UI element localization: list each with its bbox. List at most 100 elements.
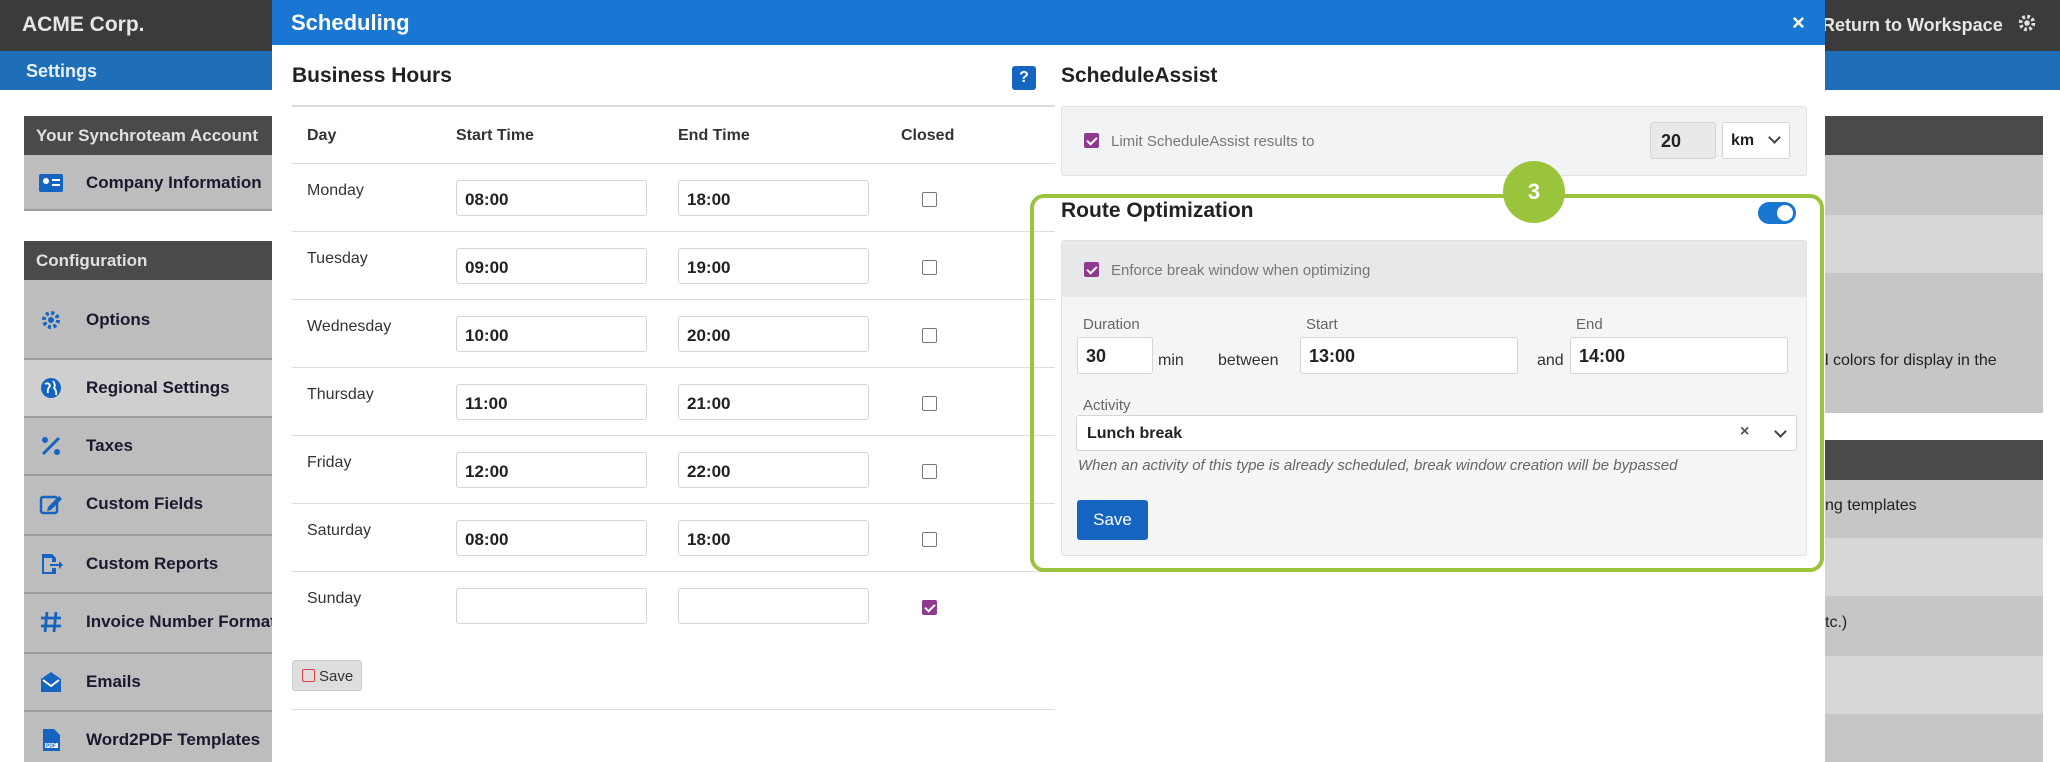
sidebar-item-options[interactable]: Options	[24, 280, 284, 360]
sidebar-item-label: Options	[86, 310, 151, 329]
end-time-input[interactable]: 18:00	[678, 180, 869, 216]
start-time-input[interactable]: 09:00	[456, 248, 647, 284]
end-time-input[interactable]: 20:00	[678, 316, 869, 352]
closed-checkbox[interactable]	[922, 464, 937, 479]
sidebar-item-label: Custom Fields	[86, 494, 204, 513]
column-header-closed: Closed	[901, 127, 955, 144]
step-badge: 3	[1503, 161, 1565, 223]
sidebar-item-custom-fields[interactable]: Custom Fields	[24, 476, 284, 536]
return-to-workspace-link[interactable]: Return to Workspace	[1822, 15, 2003, 36]
right-panel-row	[1825, 714, 2043, 762]
end-time-input[interactable]: 22:00	[678, 452, 869, 488]
start-time-input[interactable]: 08:00	[456, 520, 647, 556]
start-time-input[interactable]: 10:00	[456, 316, 647, 352]
sidebar-item-custom-reports[interactable]: Custom Reports	[24, 536, 284, 594]
end-time-input[interactable]	[678, 588, 869, 624]
help-button[interactable]: ?	[1012, 66, 1036, 90]
id-card-icon	[39, 174, 63, 192]
business-hours-title: Business Hours	[292, 64, 452, 87]
envelope-icon	[41, 672, 61, 692]
right-panel-row	[1825, 596, 2043, 656]
sidebar-item-label: Regional Settings	[86, 378, 230, 397]
closed-checkbox[interactable]	[922, 600, 937, 615]
start-time-input[interactable]: 08:00	[456, 180, 647, 216]
save-icon	[302, 669, 315, 682]
closed-checkbox[interactable]	[922, 192, 937, 207]
sidebar-item-label: Invoice Number Format	[86, 612, 276, 631]
sidebar-item-label: Taxes	[86, 436, 133, 455]
right-panel-row	[1825, 538, 2043, 596]
limit-value-input[interactable]: 20	[1650, 122, 1716, 159]
start-time-input[interactable]: 11:00	[456, 384, 647, 420]
hash-icon	[41, 611, 61, 633]
close-icon[interactable]: ×	[1792, 10, 1805, 36]
scheduling-modal: Scheduling × Business Hours ? Day Start …	[272, 0, 1825, 762]
unit-value: km	[1731, 132, 1755, 149]
modal-title: Scheduling	[291, 10, 410, 35]
day-label: Thursday	[307, 386, 374, 403]
sidebar-item-label: Word2PDF Templates	[86, 730, 261, 749]
globe-icon	[41, 378, 61, 398]
table-row: Saturday 08:00 18:00	[292, 503, 1055, 571]
right-panel-text: l colors for display in the	[1825, 352, 1997, 369]
right-panel-text: tc.)	[1825, 614, 1848, 631]
chevron-down-icon	[1768, 131, 1781, 144]
right-panel-text: ng templates	[1825, 497, 1917, 514]
gear-icon	[42, 311, 60, 329]
sidebar-item-emails[interactable]: Emails	[24, 654, 284, 712]
limit-checkbox[interactable]	[1084, 133, 1099, 148]
modal-header: Scheduling ×	[272, 0, 1825, 45]
closed-checkbox[interactable]	[922, 532, 937, 547]
table-row: Monday 08:00 18:00	[292, 163, 1055, 231]
sidebar-item-label: Custom Reports	[86, 554, 219, 573]
unit-select[interactable]: km	[1722, 122, 1790, 159]
sidebar-account-header: Your Synchroteam Account	[24, 116, 284, 155]
day-label: Saturday	[307, 522, 372, 539]
limit-label: Limit ScheduleAssist results to	[1111, 133, 1315, 150]
start-time-input[interactable]	[456, 588, 647, 624]
business-hours-table: Day Start Time End Time Closed Monday 08…	[292, 105, 1055, 624]
app-title: ACME Corp.	[22, 13, 145, 36]
sidebar-item-taxes[interactable]: Taxes	[24, 418, 284, 476]
schedule-assist-title: ScheduleAssist	[1061, 64, 1218, 87]
right-panel-row	[1825, 215, 2043, 273]
end-time-input[interactable]: 19:00	[678, 248, 869, 284]
export-icon	[42, 554, 63, 574]
right-panel-row	[1825, 155, 2043, 215]
day-label: Tuesday	[307, 250, 368, 267]
settings-label[interactable]: Settings	[26, 61, 97, 82]
day-label: Sunday	[307, 590, 362, 607]
gear-icon[interactable]	[2016, 12, 2038, 34]
closed-checkbox[interactable]	[922, 328, 937, 343]
right-panel-header	[1825, 440, 2043, 480]
highlight-frame	[1030, 194, 1824, 572]
column-header-start-time: Start Time	[456, 127, 534, 144]
closed-checkbox[interactable]	[922, 396, 937, 411]
sidebar-item-label: Company Information	[86, 173, 262, 192]
sidebar-item-company-information[interactable]: Company Information	[24, 155, 284, 211]
right-panel-row	[1825, 273, 2043, 413]
end-time-input[interactable]: 18:00	[678, 520, 869, 556]
sidebar-item-word2pdf-templates[interactable]: PDF Word2PDF Templates	[24, 712, 284, 762]
sidebar-item-regional-settings[interactable]: Regional Settings	[24, 360, 284, 418]
divider	[292, 709, 1055, 710]
table-row: Thursday 11:00 21:00	[292, 367, 1055, 435]
start-time-input[interactable]: 12:00	[456, 452, 647, 488]
svg-text:PDF: PDF	[46, 744, 56, 750]
table-row: Friday 12:00 22:00	[292, 435, 1055, 503]
closed-checkbox[interactable]	[922, 260, 937, 275]
percent-icon	[41, 436, 61, 456]
edit-icon	[39, 495, 62, 515]
right-panel-header	[1825, 116, 2043, 155]
save-label: Save	[319, 668, 354, 685]
sidebar-item-invoice-number-format[interactable]: Invoice Number Format	[24, 594, 284, 654]
end-time-input[interactable]: 21:00	[678, 384, 869, 420]
day-label: Wednesday	[307, 318, 392, 335]
table-row: Sunday	[292, 571, 1055, 639]
table-row: Wednesday 10:00 20:00	[292, 299, 1055, 367]
business-hours-save-button[interactable]: Save	[292, 660, 362, 691]
sidebar-item-label: Emails	[86, 672, 141, 691]
day-label: Friday	[307, 454, 352, 471]
column-header-day: Day	[307, 127, 337, 144]
day-label: Monday	[307, 182, 364, 199]
